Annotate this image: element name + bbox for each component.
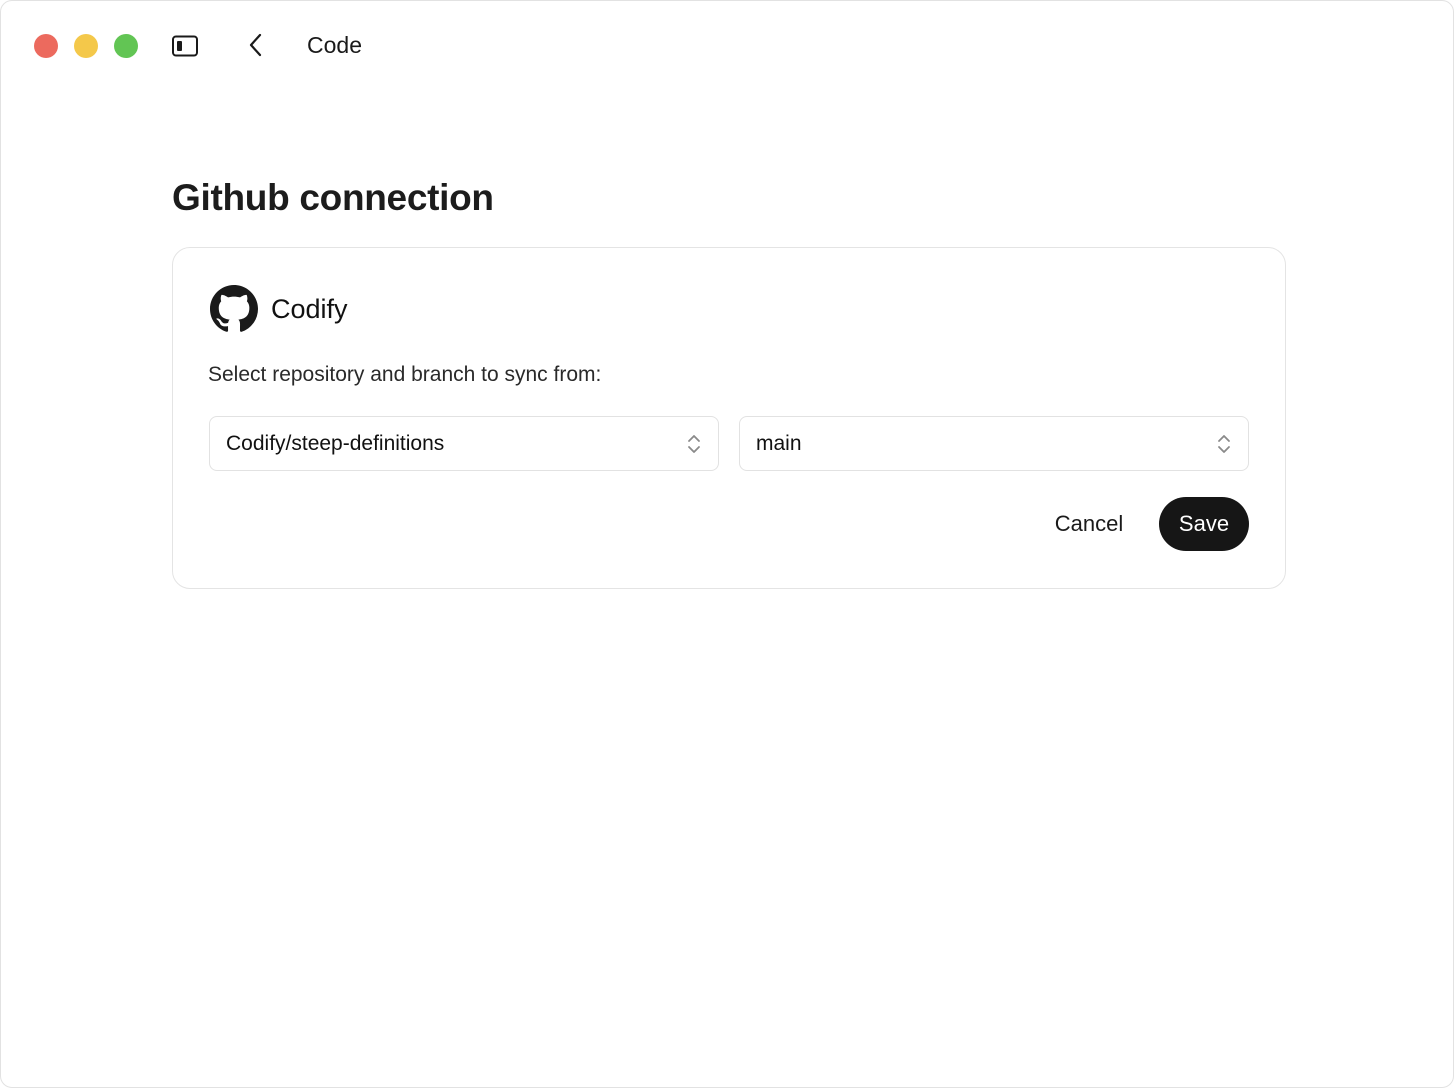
chevron-left-icon	[249, 33, 262, 57]
save-button[interactable]: Save	[1159, 497, 1249, 551]
sidebar-toggle-button[interactable]	[169, 31, 201, 61]
branch-select[interactable]: main	[739, 416, 1249, 471]
chevron-up-down-icon	[1218, 435, 1230, 453]
app-window: Code Github connection Codify Select rep…	[0, 0, 1454, 1088]
repository-select[interactable]: Codify/steep-definitions	[209, 416, 719, 471]
back-button[interactable]	[241, 29, 271, 61]
github-icon	[210, 285, 258, 332]
window-minimize-button[interactable]	[74, 34, 98, 58]
repository-select-value: Codify/steep-definitions	[226, 431, 445, 455]
window-close-button[interactable]	[34, 34, 58, 58]
sync-instructions: Select repository and branch to sync fro…	[208, 363, 602, 386]
window-zoom-button[interactable]	[114, 34, 138, 58]
sidebar-toggle-icon	[172, 35, 198, 57]
github-connection-card: Codify Select repository and branch to s…	[172, 247, 1286, 589]
cancel-button[interactable]: Cancel	[1041, 497, 1137, 551]
provider-name: Codify	[271, 294, 348, 324]
branch-select-value: main	[756, 431, 802, 455]
window-title: Code	[307, 32, 362, 58]
page-title: Github connection	[172, 177, 494, 218]
title-bar: Code	[1, 1, 1453, 89]
chevron-up-down-icon	[688, 435, 700, 453]
